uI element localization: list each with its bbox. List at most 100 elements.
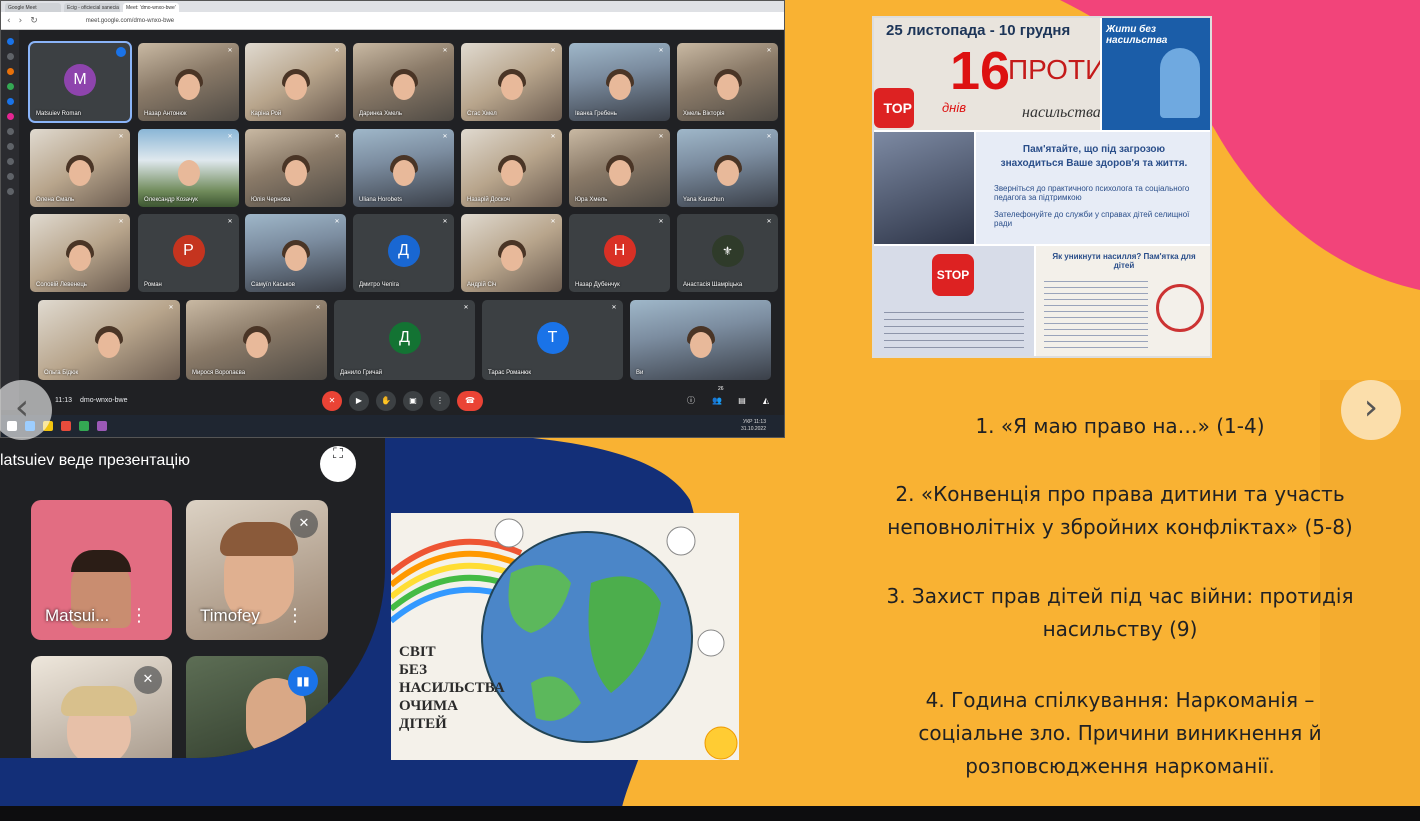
participant-tile[interactable]: ✕ Назар Антонюк: [138, 43, 239, 121]
poster-collage: 25 листопада - 10 грудня TOP 16 днів ПРО…: [872, 16, 1212, 358]
participant-name: Ви: [636, 370, 644, 376]
mic-off-icon: ✕: [442, 133, 448, 140]
chat-icon[interactable]: ▤: [732, 391, 752, 411]
agenda-item-4-line3: розповсюдження наркоманії.: [965, 754, 1275, 778]
poster-memo: Пам'ятайте, що під загрозою знаходиться …: [976, 132, 1210, 244]
participant-tile[interactable]: ✕ Олена Смаль: [30, 129, 130, 207]
mic-off-icon: ✕: [658, 47, 664, 54]
speaking-icon: [116, 47, 126, 57]
leave-call-icon[interactable]: ☎: [457, 391, 483, 411]
app-icon[interactable]: [6, 113, 14, 120]
speaking-icon: ▮▮: [288, 666, 318, 696]
mic-off-icon: ✕: [315, 304, 321, 311]
app-icon[interactable]: [6, 53, 14, 60]
participant-tile[interactable]: ✕ Іванка Гребень: [569, 43, 670, 121]
app-icon[interactable]: [6, 173, 14, 180]
phone-participant-tile[interactable]: ✕ Timofey ⋮: [186, 500, 328, 640]
participant-name: Мирося Воропаєва: [192, 370, 246, 376]
app-icon[interactable]: [6, 98, 14, 105]
chrome-icon[interactable]: [79, 421, 89, 431]
participant-name: Олена Смаль: [36, 197, 75, 203]
participant-tile[interactable]: ✕ Каріна Рой: [245, 43, 346, 121]
participant-tile[interactable]: ✕ Юра Хмель: [569, 129, 670, 207]
opera-icon[interactable]: [61, 421, 71, 431]
more-options-icon[interactable]: ⋮: [430, 391, 450, 411]
participant-name: Олександр Козачук: [144, 197, 198, 203]
participant-tile[interactable]: ✕ Ольга Бідюк: [38, 300, 180, 380]
participant-tile[interactable]: Т ✕ Тарас Романюк: [482, 300, 623, 380]
participant-count: 26: [718, 386, 724, 392]
mic-off-icon: ✕: [550, 47, 556, 54]
more-options-icon[interactable]: ⋮: [130, 605, 148, 626]
participant-tile[interactable]: Р ✕ Роман: [138, 214, 239, 292]
activities-icon[interactable]: ◭: [756, 391, 776, 411]
present-icon[interactable]: ▣: [403, 391, 423, 411]
app-icon[interactable]: [97, 421, 107, 431]
participant-tile[interactable]: Ви: [630, 300, 771, 380]
participant-tile[interactable]: ✕ Андрій Січ: [461, 214, 562, 292]
browser-tab-active[interactable]: Meet: 'dmo-wnxo-bwe': [123, 3, 179, 12]
meet-screenshot: Google Meet Ecig - oficiecial sanecia Gr…: [0, 0, 785, 438]
poster-days: днів: [942, 100, 967, 115]
avatar: Д: [388, 322, 421, 354]
info-icon[interactable]: ⓘ: [681, 391, 701, 411]
back-icon[interactable]: ‹: [7, 16, 11, 26]
memo-line1: Пам'ятайте, що під загрозою: [1022, 144, 1166, 155]
participant-tile[interactable]: Н ✕ Назар Дубенчук: [569, 214, 670, 292]
app-icon[interactable]: [6, 128, 14, 135]
participant-tile[interactable]: M Matsuiev Roman: [28, 41, 132, 123]
participant-tile[interactable]: Д ✕ Данило Гричай: [334, 300, 475, 380]
poster-date-range: 25 листопада - 10 грудня: [886, 22, 1071, 39]
participant-tile[interactable]: ✕ Юлія Чернова: [245, 129, 346, 207]
meeting-code: dmo-wnxo-bwe: [80, 396, 128, 404]
stop-sign: TOP: [874, 88, 914, 128]
participant-tile[interactable]: ✕ Yana Karachun: [677, 129, 778, 207]
language-indicator: УКР: [743, 419, 753, 425]
phone-participant-tile[interactable]: ▮▮: [186, 656, 328, 758]
app-icon[interactable]: [6, 143, 14, 150]
camera-toggle-icon[interactable]: ▶: [349, 391, 369, 411]
participant-tile[interactable]: ✕ Олександр Козачук: [138, 129, 239, 207]
more-options-icon[interactable]: ⋮: [286, 605, 304, 626]
app-icon[interactable]: [6, 188, 14, 195]
participant-tile[interactable]: ✕ Назарій Доскоч: [461, 129, 562, 207]
agenda-item-3-line1: 3. Захист прав дітей під час війни: прот…: [886, 584, 1354, 608]
participant-tile[interactable]: ⚜ ✕ Анастасія Шамріцька: [677, 214, 778, 292]
people-icon[interactable]: 👥: [707, 391, 727, 411]
phone-screenshot: latsuiev веде презентацію ⛶ Matsui... ⋮ …: [0, 438, 385, 758]
mic-off-icon: ✕: [766, 47, 772, 54]
reload-icon[interactable]: ↻: [30, 16, 38, 26]
poster-stop: STOP: [874, 246, 1034, 356]
meeting-time: 11:13: [55, 396, 72, 404]
app-icon[interactable]: [6, 83, 14, 90]
participant-tile[interactable]: ✕ Мирося Воропаєва: [186, 300, 327, 380]
slide: Google Meet Ecig - oficiecial sanecia Gr…: [0, 0, 1420, 821]
participant-name: Дмитро Чепіга: [359, 282, 399, 288]
participant-tile[interactable]: Д ✕ Дмитро Чепіга: [353, 214, 454, 292]
browser-tab[interactable]: Ecig - oficiecial sanecia Gr: [64, 3, 120, 12]
participant-tile[interactable]: ✕ Даринка Хмель: [353, 43, 454, 121]
phone-participant-tile[interactable]: ✕: [31, 656, 172, 758]
forward-icon[interactable]: ›: [19, 16, 23, 26]
participant-tile[interactable]: ✕ Стас Хмел: [461, 43, 562, 121]
participant-tile[interactable]: ✕ Uliana Horobets: [353, 129, 454, 207]
participant-name: Іванка Гребень: [575, 111, 617, 117]
app-icon[interactable]: [6, 158, 14, 165]
participant-tile[interactable]: ✕ Соловій Левенець: [30, 214, 130, 292]
browser-tab[interactable]: Google Meet: [5, 3, 61, 12]
stop-sign: STOP: [932, 254, 974, 296]
raise-hand-icon[interactable]: ✋: [376, 391, 396, 411]
participant-name: Назарій Доскоч: [467, 197, 510, 203]
participant-tile[interactable]: ✕ Хмель Вікторія: [677, 43, 778, 121]
mic-toggle-icon[interactable]: ✕: [322, 391, 342, 411]
participant-name: Юра Хмель: [575, 197, 608, 203]
avatar: Н: [603, 235, 636, 267]
mic-off-icon: ✕: [290, 510, 318, 538]
fullscreen-icon[interactable]: ⛶: [320, 446, 356, 482]
app-icon[interactable]: [6, 38, 14, 45]
participant-tile[interactable]: ✕ Самуїл Каськов: [245, 214, 346, 292]
phone-participant-tile[interactable]: Matsui... ⋮: [31, 500, 172, 640]
address-field[interactable]: meet.google.com/dmo-wnxo-bwe: [86, 18, 174, 24]
app-icon[interactable]: [6, 68, 14, 75]
participant-name: Самуїл Каськов: [251, 282, 295, 288]
